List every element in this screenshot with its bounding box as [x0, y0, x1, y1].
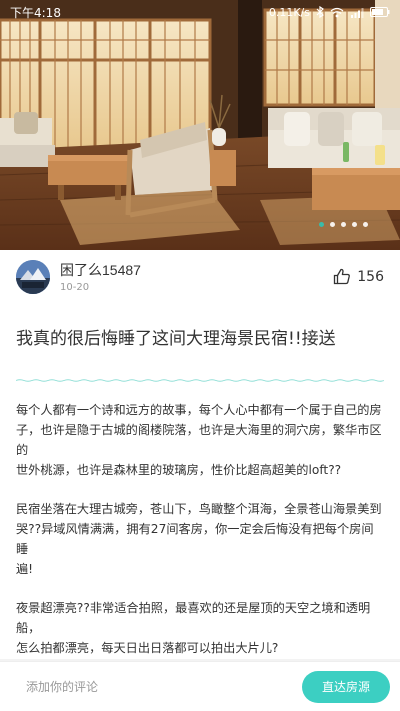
author-name[interactable]: 困了么15487 [60, 260, 141, 280]
article-body: 每个人都有一个诗和远方的故事，每个人心中都有一个属于自己的房子，也许是隐于古城的… [16, 400, 384, 659]
view-listing-button[interactable]: 直达房源 [302, 670, 390, 703]
paragraph-line: 三楼房间和屋顶可以看到洱海，可以看日出日落，运气好的话还可以捕 [16, 658, 384, 659]
paragraph-line: 哭??异域风情满满，拥有27间客房，你一定会后悔没有把每个房间睡 [16, 522, 374, 556]
like-button[interactable]: 156 [333, 268, 384, 285]
like-count: 156 [357, 268, 384, 285]
paragraph-line: 每个人都有一个诗和远方的故事，每个人心中都有一个属于自己的房 [16, 403, 382, 417]
battery-icon [370, 7, 390, 17]
gallery-dot[interactable] [341, 222, 346, 227]
living-room-illustration [0, 0, 400, 250]
article-paragraph: 民宿坐落在大理古城旁，苍山下，鸟瞰整个洱海，全景苍山海景美到哭??异域风情满满，… [16, 499, 384, 579]
paragraph-line: 夜景超漂亮??非常适合拍照，最喜欢的还是屋顶的天空之境和透明船， [16, 601, 371, 635]
author-row: 困了么15487 10-20 156 [0, 250, 400, 303]
paragraph-line: 遍! [16, 562, 34, 576]
article-paragraph: 夜景超漂亮??非常适合拍照，最喜欢的还是屋顶的天空之境和透明船， 怎么拍都漂亮，每… [16, 598, 384, 659]
gallery-pagination[interactable] [319, 222, 368, 227]
bluetooth-icon [316, 6, 324, 18]
article: 我真的很后悔睡了这间大理海景民宿!!接送 每个人都有一个诗和远方的故事，每个人心… [0, 303, 400, 659]
wifi-icon [330, 7, 344, 17]
title-divider [15, 379, 385, 382]
signal-icon [351, 7, 364, 18]
gallery-dot[interactable] [319, 222, 324, 227]
paragraph-line: 子，也许是隐于古城的阁楼院落，也许是大海里的洞穴房，繁华市区的 [16, 423, 382, 457]
article-paragraph: 每个人都有一个诗和远方的故事，每个人心中都有一个属于自己的房子，也许是隐于古城的… [16, 400, 384, 480]
paragraph-line: 民宿坐落在大理古城旁，苍山下，鸟瞰整个洱海，全景苍山海景美到 [16, 502, 382, 516]
paragraph-line: 怎么拍都漂亮，每天日出日落都可以拍出大片儿? [16, 641, 279, 655]
gallery-dot[interactable] [330, 222, 335, 227]
post-date: 10-20 [60, 282, 90, 293]
comment-input[interactable] [26, 679, 302, 694]
avatar-image [16, 259, 50, 294]
network-speed: 0.11K/s [268, 5, 310, 19]
bottom-bar: 直达房源 [0, 661, 400, 711]
avatar[interactable] [16, 259, 50, 294]
gallery-dot[interactable] [352, 222, 357, 227]
hero-photo[interactable] [0, 0, 400, 250]
paragraph-line: 世外桃源，也许是森林里的玻璃房，性价比超高超美的loft?? [16, 463, 342, 477]
status-time: 下午4:18 [10, 5, 61, 20]
status-bar: 下午4:18 0.11K/s [0, 0, 400, 24]
article-title: 我真的很后悔睡了这间大理海景民宿!!接送 [16, 329, 336, 349]
thumbs-up-icon [334, 268, 351, 285]
gallery-dot[interactable] [363, 222, 368, 227]
